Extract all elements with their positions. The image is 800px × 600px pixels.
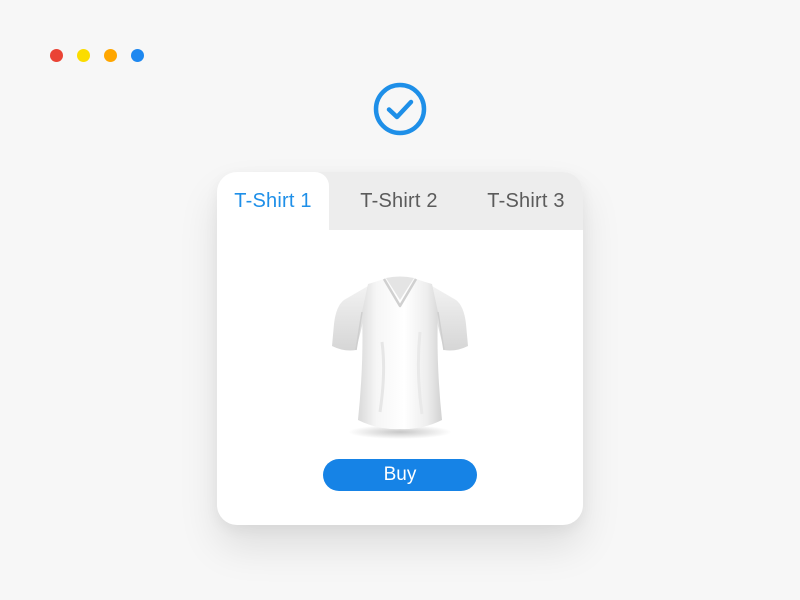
zoom-dot-icon[interactable]: [104, 49, 117, 62]
buy-button[interactable]: Buy: [323, 459, 477, 491]
close-dot-icon[interactable]: [50, 49, 63, 62]
minimize-dot-icon[interactable]: [77, 49, 90, 62]
extra-dot-icon[interactable]: [131, 49, 144, 62]
tab-tshirt-1[interactable]: T-Shirt 1: [217, 172, 329, 230]
tab-tshirt-3[interactable]: T-Shirt 3: [469, 172, 583, 230]
tshirt-icon: [332, 276, 468, 439]
product-card: T-Shirt 1 T-Shirt 2 T-Shirt 3 Buy: [217, 172, 583, 525]
stage: T-Shirt 1 T-Shirt 2 T-Shirt 3 Buy: [0, 0, 800, 600]
window-controls: [50, 49, 144, 62]
tab-bar: T-Shirt 1 T-Shirt 2 T-Shirt 3: [217, 172, 583, 230]
check-circle-icon: [373, 82, 427, 136]
tab-tshirt-2[interactable]: T-Shirt 2: [339, 172, 459, 230]
